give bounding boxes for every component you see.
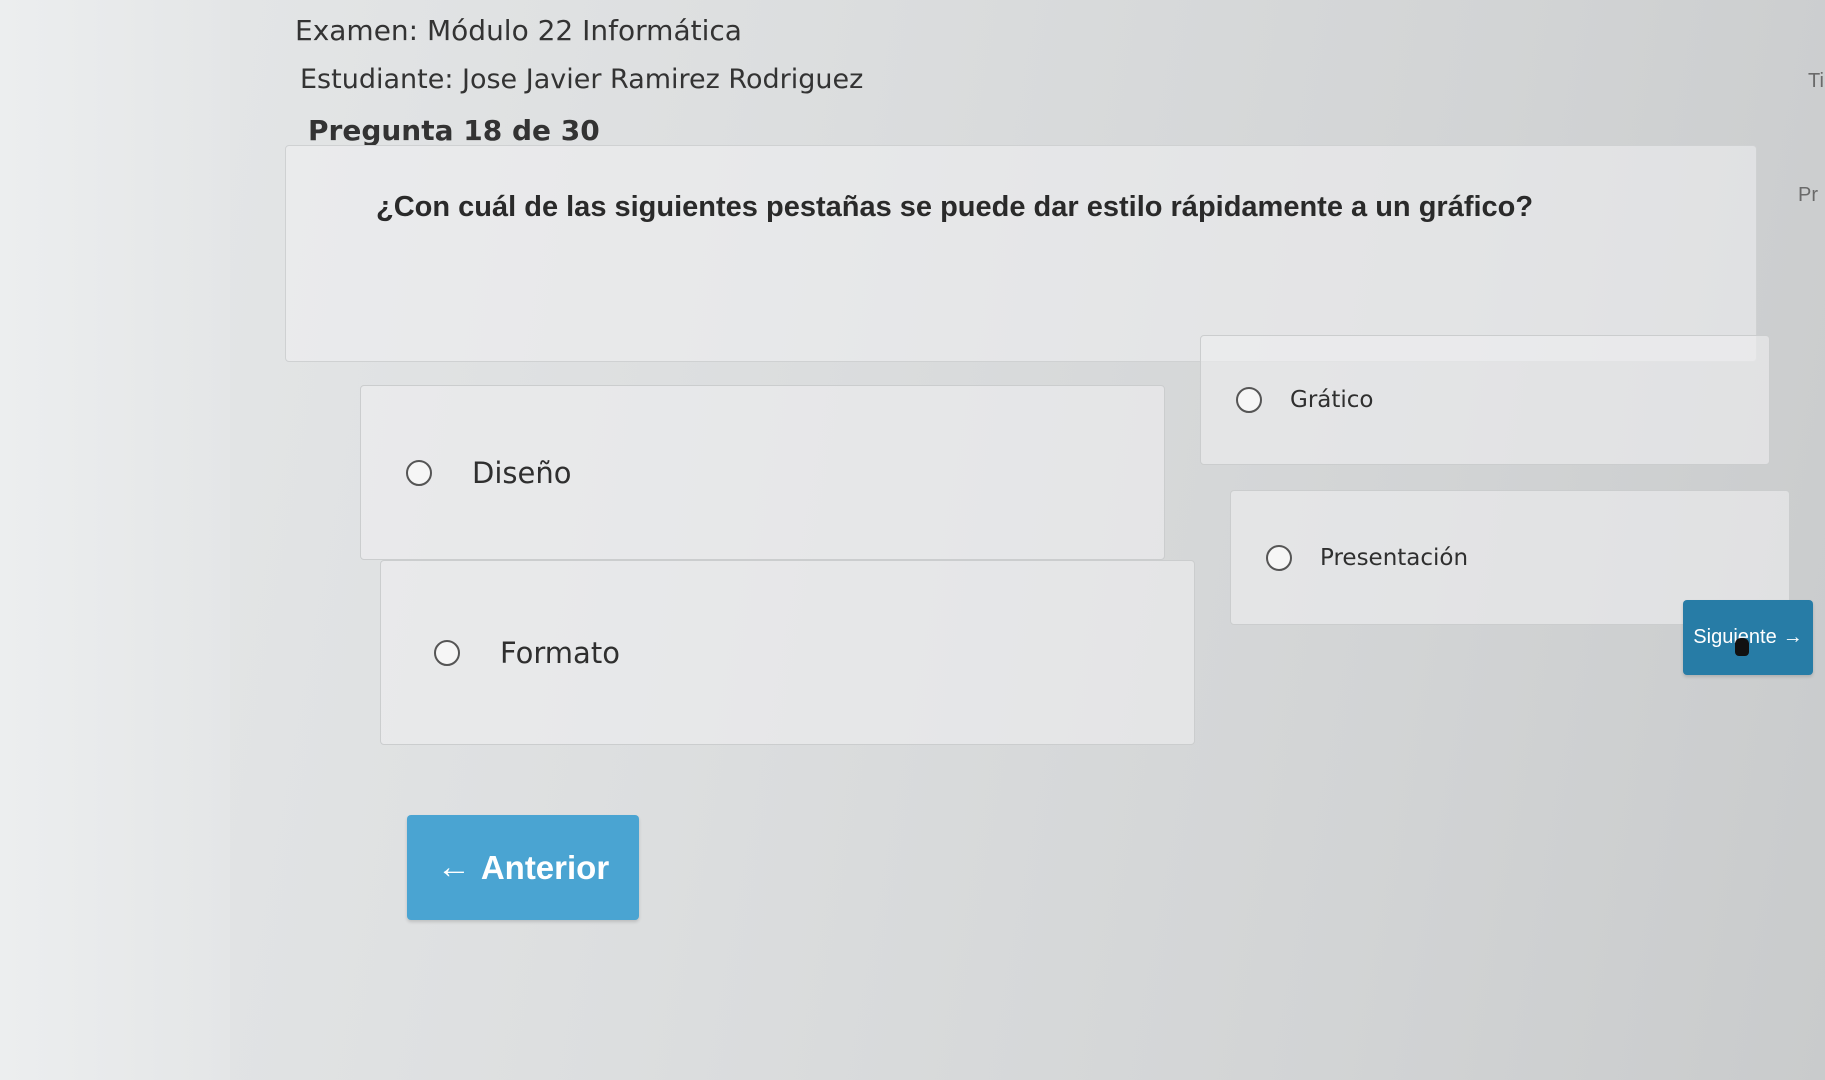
previous-button[interactable]: ← Anterior bbox=[407, 815, 639, 920]
answer-option-grafico[interactable]: Grático bbox=[1200, 335, 1770, 465]
answer-label: Diseño bbox=[472, 455, 572, 490]
answer-label: Grático bbox=[1290, 387, 1374, 413]
answer-option-formato[interactable]: Formato bbox=[380, 560, 1195, 745]
radio-button[interactable] bbox=[434, 639, 460, 666]
radio-button[interactable] bbox=[1236, 387, 1262, 413]
background-shade bbox=[0, 0, 230, 1080]
arrow-right-icon: → bbox=[1782, 626, 1803, 648]
question-text: ¿Con cuál de las siguientes pestañas se … bbox=[376, 191, 1534, 223]
radio-button[interactable] bbox=[1266, 544, 1292, 571]
question-counter: Pregunta 18 de 30 bbox=[308, 114, 600, 147]
answer-label: Presentación bbox=[1320, 544, 1469, 571]
next-button[interactable]: Siguiente → bbox=[1683, 600, 1813, 675]
student-name: Estudiante: Jose Javier Ramirez Rodrigue… bbox=[300, 64, 864, 95]
radio-button[interactable] bbox=[406, 459, 432, 486]
hand-cursor-icon bbox=[1735, 638, 1749, 656]
answer-label: Formato bbox=[500, 635, 620, 670]
answer-option-diseno[interactable]: Diseño bbox=[360, 385, 1165, 560]
previous-button-label: Anterior bbox=[480, 848, 610, 886]
arrow-left-icon: ← bbox=[436, 848, 471, 886]
exam-title: Examen: Módulo 22 Informática bbox=[295, 14, 742, 47]
cut-off-text-top-right: Ti bbox=[1808, 70, 1824, 92]
cut-off-text-mid-right: Pr bbox=[1798, 184, 1818, 206]
question-card: ¿Con cuál de las siguientes pestañas se … bbox=[285, 145, 1757, 362]
